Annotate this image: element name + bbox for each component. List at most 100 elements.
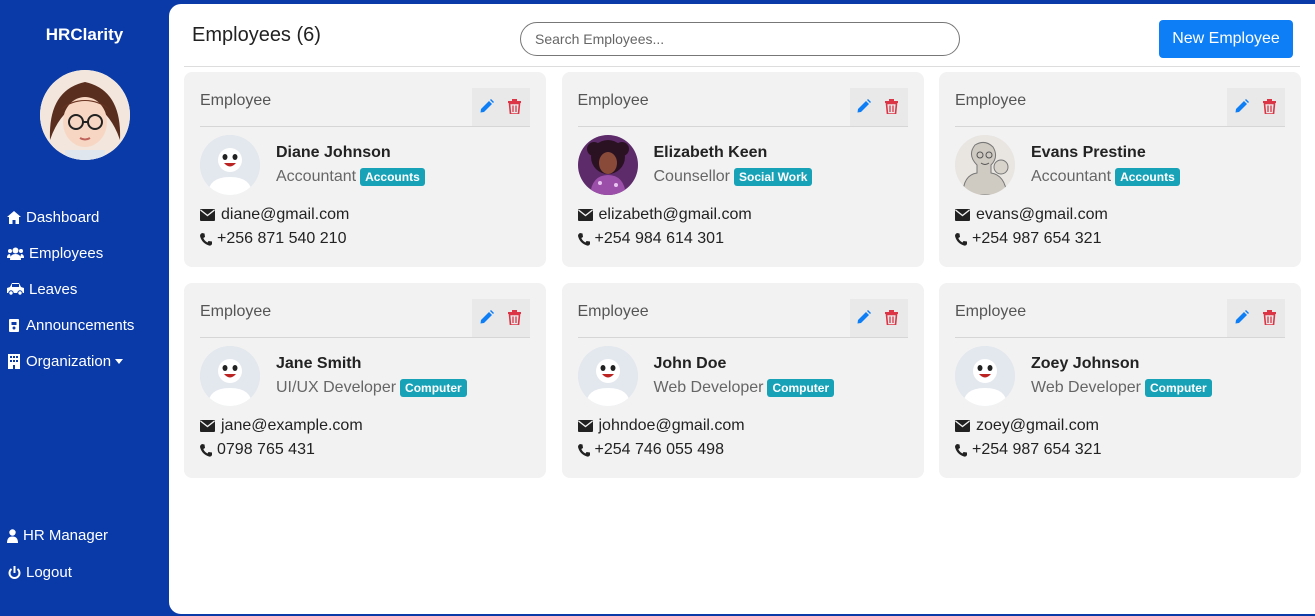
employee-phone: +254 984 614 301 (577, 230, 724, 248)
employee-role-text: Accountant (1031, 168, 1112, 185)
envelope-icon (200, 208, 216, 222)
new-employee-button[interactable]: New Employee (1159, 20, 1293, 58)
employee-role: Accountant Accounts (1031, 168, 1180, 186)
header-divider (184, 66, 1300, 67)
sidebar-item-dashboard[interactable]: Dashboard (7, 199, 134, 235)
main-content: Employees (6) New Employee Employee Dian… (169, 4, 1315, 614)
trash-icon[interactable] (885, 99, 901, 115)
building-icon (7, 353, 21, 369)
department-badge: Accounts (1115, 168, 1180, 186)
envelope-icon (955, 208, 971, 222)
employee-card: Employee Evans Prestine Accountant Accou… (939, 72, 1301, 267)
power-icon (7, 565, 21, 580)
phone-icon (200, 443, 212, 457)
sidebar-item-hr-manager[interactable]: HR Manager (7, 517, 108, 554)
card-divider (955, 126, 1285, 127)
trash-icon[interactable] (507, 99, 524, 115)
search-input[interactable] (520, 22, 960, 56)
card-divider (955, 337, 1285, 338)
employee-avatar (955, 135, 1015, 195)
card-divider (200, 126, 530, 127)
card-actions (849, 299, 908, 337)
employee-phone-text: +254 746 055 498 (594, 441, 724, 458)
employee-name: Zoey Johnson (1031, 355, 1140, 372)
employee-phone: 0798 765 431 (200, 441, 315, 459)
employee-role: Accountant Accounts (276, 168, 425, 186)
employee-email-text: johndoe@gmail.com (598, 417, 745, 434)
edit-icon[interactable] (1234, 310, 1250, 326)
edit-icon[interactable] (856, 310, 872, 326)
sidebar-item-announcements[interactable]: Announcements (7, 307, 134, 343)
card-header: Employee (577, 303, 649, 320)
logout-button[interactable]: Logout (7, 554, 108, 591)
employee-phone: +254 746 055 498 (577, 441, 724, 459)
employee-email: elizabeth@gmail.com (577, 206, 752, 224)
department-badge: Computer (767, 379, 835, 397)
employee-email-text: evans@gmail.com (976, 206, 1108, 223)
department-badge: Social Work (733, 168, 813, 186)
employee-avatar (200, 346, 260, 406)
trash-icon[interactable] (1262, 99, 1279, 115)
sidebar-item-label: Leaves (29, 280, 78, 298)
sidebar-item-leaves[interactable]: Leaves (7, 271, 134, 307)
employee-card: Employee John Doe Web Developer Computer… (561, 283, 924, 478)
card-header: Employee (955, 303, 1027, 320)
trash-icon[interactable] (885, 310, 901, 326)
employee-name: Evans Prestine (1031, 144, 1146, 161)
sidebar-item-employees[interactable]: Employees (7, 235, 134, 271)
sidebar: HRClarity Dashboard Employees Leaves Ann… (0, 0, 169, 616)
employee-phone: +254 987 654 321 (955, 230, 1101, 248)
chevron-down-icon (115, 358, 124, 364)
card-actions (849, 88, 908, 126)
phone-icon (955, 232, 967, 246)
sidebar-item-label: Announcements (26, 316, 135, 334)
phone-icon (577, 232, 590, 246)
employee-card: Employee Jane Smith UI/UX Developer Comp… (184, 283, 546, 478)
card-header: Employee (200, 92, 272, 109)
brand-title: HRClarity (45, 25, 124, 44)
employee-card: Employee Diane Johnson Accountant Accoun… (184, 72, 546, 267)
page-title: Employees (6) (192, 24, 321, 46)
card-header: Employee (200, 303, 272, 320)
employee-phone: +256 871 540 210 (200, 230, 346, 248)
edit-icon[interactable] (479, 99, 495, 115)
department-badge: Computer (1144, 379, 1212, 397)
sidebar-item-organization[interactable]: Organization (7, 343, 134, 379)
profile-avatar[interactable] (40, 70, 130, 160)
employee-card: Employee Zoey Johnson Web Developer Comp… (939, 283, 1301, 478)
card-actions (1227, 88, 1285, 126)
envelope-icon (955, 419, 971, 433)
employee-email: diane@gmail.com (200, 206, 349, 224)
trash-icon[interactable] (507, 310, 524, 326)
envelope-icon (577, 419, 594, 433)
edit-icon[interactable] (479, 310, 495, 326)
sidebar-item-label: Dashboard (26, 208, 100, 226)
bullhorn-icon (7, 318, 21, 332)
department-badge: Computer (400, 379, 467, 397)
employee-phone-text: +254 987 654 321 (972, 230, 1102, 247)
card-actions (1227, 299, 1285, 337)
employee-name: Diane Johnson (276, 144, 391, 161)
employee-phone-text: +254 984 614 301 (594, 230, 724, 247)
card-actions (472, 299, 530, 337)
edit-icon[interactable] (1234, 99, 1250, 115)
employee-email: johndoe@gmail.com (577, 417, 745, 435)
employee-avatar (200, 135, 260, 195)
sidebar-item-label: HR Manager (23, 527, 109, 544)
employee-email-text: diane@gmail.com (221, 206, 350, 223)
card-header: Employee (577, 92, 649, 109)
envelope-icon (200, 419, 216, 433)
employee-email: zoey@gmail.com (955, 417, 1099, 435)
envelope-icon (577, 208, 594, 222)
employee-email-text: zoey@gmail.com (976, 417, 1099, 434)
trash-icon[interactable] (1262, 310, 1279, 326)
phone-icon (577, 443, 590, 457)
employee-role-text: Accountant (276, 168, 357, 185)
employee-name: Jane Smith (276, 355, 362, 372)
edit-icon[interactable] (856, 99, 872, 115)
sidebar-item-label: Employees (29, 244, 104, 262)
employee-email: evans@gmail.com (955, 206, 1108, 224)
employee-role: Counsellor Social Work (654, 168, 813, 186)
employee-name: John Doe (653, 355, 727, 372)
employee-card: Employee Elizabeth Keen Counsellor Socia… (561, 72, 924, 267)
